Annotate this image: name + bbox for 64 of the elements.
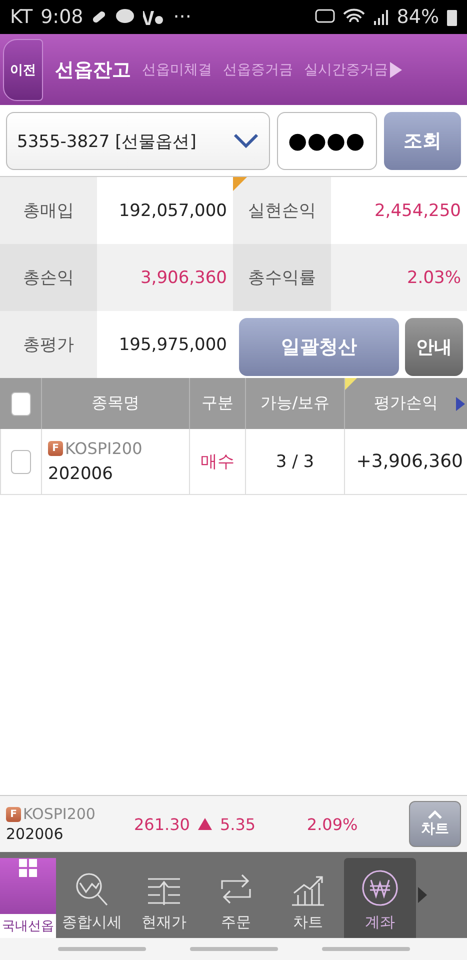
- column-header: 종목명: [41, 378, 189, 429]
- instrument-code: 202006: [48, 464, 113, 484]
- query-button[interactable]: 조회: [384, 112, 461, 170]
- summary-value: 192,057,000: [118, 200, 227, 220]
- futures-badge: F: [6, 806, 21, 822]
- table-cell: 3 / 3: [245, 429, 344, 495]
- chart-button[interactable]: 차트: [409, 801, 461, 847]
- guide-button[interactable]: 안내: [405, 318, 463, 376]
- column-header: 구분: [189, 378, 245, 429]
- instrument-code: 202006: [6, 825, 64, 843]
- summary-label: 총수익률: [248, 267, 316, 289]
- nav-item[interactable]: 차트: [272, 852, 344, 938]
- chat-bubble-icon: [115, 9, 136, 25]
- summary-value: 2,454,250: [374, 200, 461, 220]
- summary-value: 2.03%: [406, 268, 461, 288]
- tab[interactable]: 선옵잔고: [43, 56, 131, 82]
- account-dropdown[interactable]: 5355-3827 [선물옵션]: [6, 112, 270, 170]
- nav-item[interactable]: 종합시세: [56, 852, 128, 938]
- price-ladder-icon: [146, 875, 182, 907]
- up-triangle-icon: [198, 818, 212, 830]
- more-notifications: ···: [173, 6, 192, 28]
- nav-item[interactable]: 계좌: [344, 858, 416, 938]
- battery-level: 84%: [396, 6, 439, 28]
- chevron-up-icon: [427, 810, 443, 820]
- futures-badge: F: [48, 441, 63, 456]
- chevron-down-icon: [233, 133, 259, 149]
- select-all-checkbox[interactable]: [10, 392, 30, 416]
- corner-marker-icon: [345, 378, 357, 390]
- carrier: KT: [10, 6, 33, 28]
- price-change: 5.35: [220, 814, 256, 834]
- scroll-right-icon[interactable]: [418, 887, 427, 903]
- row-checkbox[interactable]: [11, 450, 31, 474]
- signal-icon: [372, 8, 389, 26]
- tab[interactable]: 실시간증거금: [293, 60, 388, 78]
- table-cell: +3,906,360: [344, 429, 467, 495]
- instrument-name: KOSPI200: [23, 805, 96, 823]
- grid-icon: [18, 858, 38, 878]
- instrument-name: KOSPI200: [65, 439, 142, 458]
- scroll-right-icon[interactable]: [390, 62, 402, 78]
- back-button[interactable]: 이전: [3, 38, 43, 100]
- corner-marker-icon: [233, 177, 247, 191]
- tab[interactable]: 선옵증거금: [212, 60, 293, 78]
- summary-label: 실현손익: [248, 200, 316, 222]
- summary-value: 195,975,000: [118, 334, 227, 354]
- password-field[interactable]: ●●●●: [277, 112, 377, 170]
- column-header: 가능/보유: [245, 378, 344, 429]
- summary-label: 총손익: [23, 267, 74, 289]
- globe-search-icon: [74, 871, 110, 907]
- column-header: 평가손익: [344, 378, 467, 429]
- nav-item[interactable]: 국내선옵: [0, 858, 56, 938]
- change-rate: 2.09%: [306, 814, 358, 834]
- table-cell: 매수: [189, 429, 245, 495]
- scroll-right-icon[interactable]: [456, 397, 465, 411]
- liquidate-all-button[interactable]: 일괄청산: [239, 318, 399, 376]
- summary-label: 총매입: [23, 200, 74, 222]
- clock: 9:08: [40, 6, 84, 28]
- won-icon: [361, 869, 399, 907]
- tab[interactable]: 선옵미체결: [131, 60, 212, 78]
- nav-item[interactable]: 주문: [200, 852, 272, 938]
- summary-value: 3,906,360: [140, 268, 227, 288]
- nav-item[interactable]: 현재가: [128, 852, 200, 938]
- summary-label: 총평가: [23, 334, 74, 356]
- price: 261.30: [134, 814, 190, 834]
- battery-icon: [447, 8, 457, 26]
